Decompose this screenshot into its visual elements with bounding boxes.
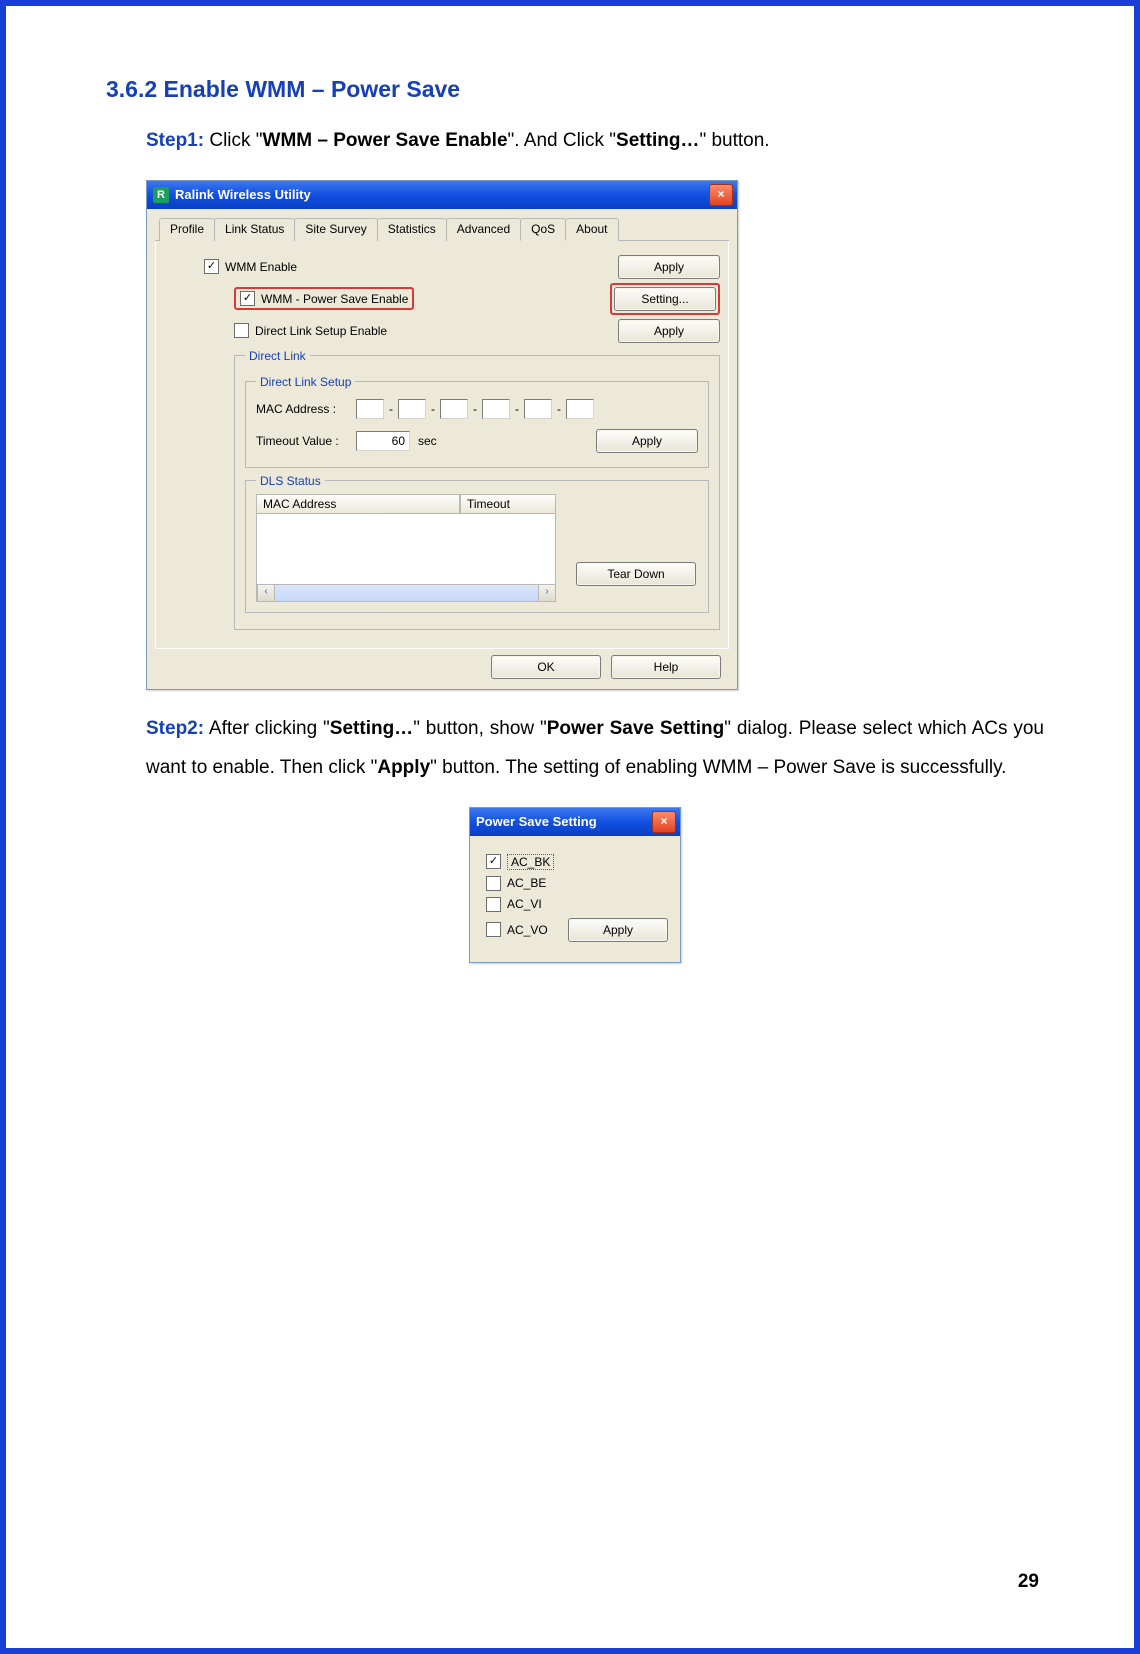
tab-profile[interactable]: Profile	[159, 218, 215, 241]
timeout-label: Timeout Value :	[256, 434, 356, 448]
wmm-powersave-highlight: ✓ WMM - Power Save Enable	[234, 287, 414, 310]
titlebar: R Ralink Wireless Utility ×	[147, 181, 737, 209]
wmm-powersave-label: WMM - Power Save Enable	[261, 292, 408, 306]
dls-status-group: DLS Status MAC Address Timeout ‹ ›	[245, 474, 709, 613]
ac-vo-label: AC_VO	[507, 923, 548, 937]
dls-status-legend: DLS Status	[256, 474, 325, 488]
tab-qos[interactable]: QoS	[520, 218, 566, 241]
step1-text: Step1: Click "WMM – Power Save Enable". …	[146, 122, 1044, 161]
timeout-input[interactable]: 60	[356, 431, 410, 451]
setting-button-highlight: Setting...	[610, 283, 720, 315]
ac-vi-checkbox[interactable]	[486, 897, 501, 912]
mac-input-5[interactable]	[524, 399, 552, 419]
apply-button-4[interactable]: Apply	[568, 918, 668, 942]
wmm-enable-checkbox[interactable]: ✓	[204, 259, 219, 274]
ac-bk-label: AC_BK	[507, 854, 554, 870]
tab-advanced[interactable]: Advanced	[446, 218, 521, 241]
ok-button[interactable]: OK	[491, 655, 601, 679]
dls-enable-checkbox[interactable]	[234, 323, 249, 338]
ac-vi-label: AC_VI	[507, 897, 542, 911]
mac-input-4[interactable]	[482, 399, 510, 419]
tab-link-status[interactable]: Link Status	[214, 218, 295, 241]
dls-status-rows[interactable]	[256, 514, 556, 585]
tear-down-button[interactable]: Tear Down	[576, 562, 696, 586]
dls-setup-group: Direct Link Setup MAC Address : - - - - …	[245, 375, 709, 468]
ac-be-label: AC_BE	[507, 876, 546, 890]
mac-input-1[interactable]	[356, 399, 384, 419]
wmm-enable-label: WMM Enable	[225, 260, 297, 274]
ac-vo-checkbox[interactable]	[486, 922, 501, 937]
timeout-unit: sec	[410, 434, 437, 448]
tab-site-survey[interactable]: Site Survey	[294, 218, 377, 241]
titlebar-2: Power Save Setting ×	[470, 808, 680, 836]
ac-bk-checkbox[interactable]: ✓	[486, 854, 501, 869]
scroll-left-icon[interactable]: ‹	[257, 585, 275, 601]
dls-scrollbar[interactable]: ‹ ›	[256, 585, 556, 602]
help-button[interactable]: Help	[611, 655, 721, 679]
direct-link-group: Direct Link Direct Link Setup MAC Addres…	[234, 349, 720, 630]
step1-label: Step1:	[146, 130, 204, 151]
dls-status-list: MAC Address Timeout ‹ ›	[256, 494, 556, 602]
scroll-right-icon[interactable]: ›	[538, 585, 555, 601]
apply-button-2[interactable]: Apply	[618, 319, 720, 343]
section-heading: 3.6.2 Enable WMM – Power Save	[106, 76, 1044, 103]
col-timeout[interactable]: Timeout	[460, 494, 556, 514]
dls-enable-label: Direct Link Setup Enable	[255, 324, 387, 338]
apply-button-3[interactable]: Apply	[596, 429, 698, 453]
mac-input-2[interactable]	[398, 399, 426, 419]
window-title: Ralink Wireless Utility	[175, 187, 311, 202]
wmm-powersave-checkbox[interactable]: ✓	[240, 291, 255, 306]
col-mac[interactable]: MAC Address	[256, 494, 460, 514]
app-icon: R	[153, 187, 169, 203]
direct-link-legend: Direct Link	[245, 349, 310, 363]
page-number: 29	[1018, 1571, 1039, 1593]
close-icon-2[interactable]: ×	[652, 811, 676, 833]
mac-input-6[interactable]	[566, 399, 594, 419]
ralink-utility-window: R Ralink Wireless Utility × Profile Link…	[146, 180, 738, 690]
step2-text: Step2: After clicking "Setting…" button,…	[146, 710, 1044, 788]
section-number: 3.6.2	[106, 76, 157, 102]
step2-label: Step2:	[146, 718, 204, 739]
mac-address-label: MAC Address :	[256, 402, 356, 416]
close-icon[interactable]: ×	[709, 184, 733, 206]
ac-be-checkbox[interactable]	[486, 876, 501, 891]
power-save-setting-window: Power Save Setting × ✓ AC_BK AC_BE AC_VI…	[469, 807, 681, 963]
mac-input-3[interactable]	[440, 399, 468, 419]
section-title-text: Enable WMM – Power Save	[164, 76, 461, 102]
apply-button-1[interactable]: Apply	[618, 255, 720, 279]
dls-setup-legend: Direct Link Setup	[256, 375, 355, 389]
scroll-track[interactable]	[275, 585, 538, 601]
tab-about[interactable]: About	[565, 218, 618, 241]
setting-button[interactable]: Setting...	[614, 287, 716, 311]
tab-statistics[interactable]: Statistics	[377, 218, 447, 241]
window-title-2: Power Save Setting	[476, 814, 597, 829]
tabstrip: Profile Link Status Site Survey Statisti…	[155, 217, 729, 241]
